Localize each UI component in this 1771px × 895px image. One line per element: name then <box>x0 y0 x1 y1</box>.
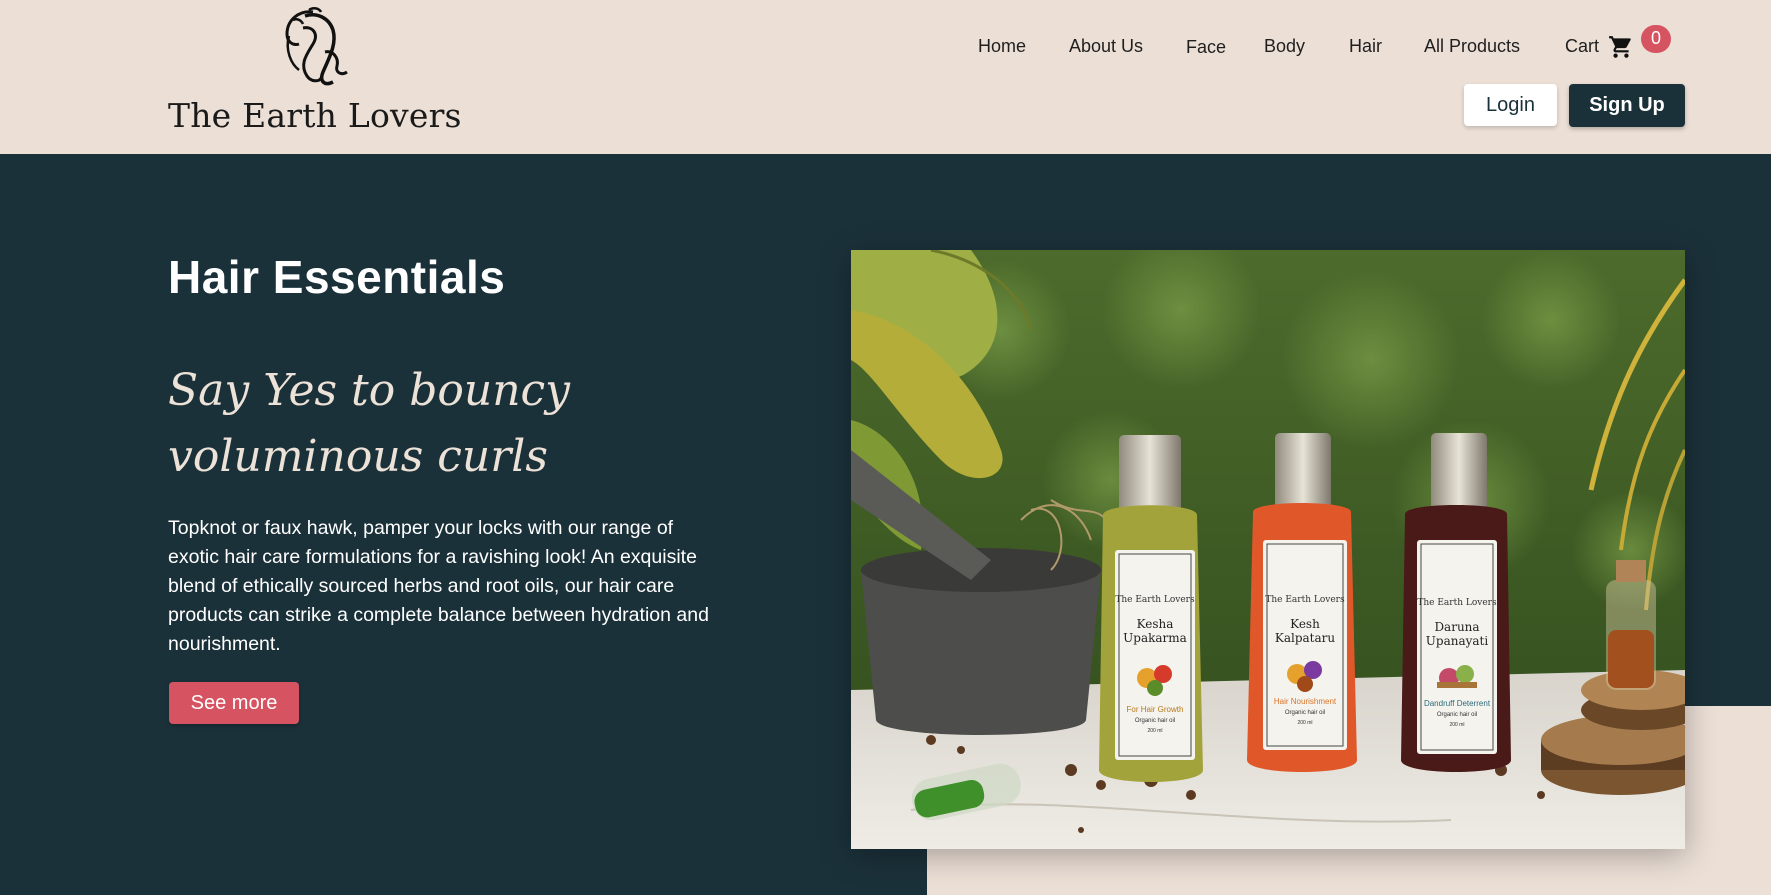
bottle-3-brand: The Earth Lovers <box>1417 598 1497 608</box>
bottle-1-volume: 200 ml <box>1147 728 1162 734</box>
login-button[interactable]: Login <box>1464 84 1557 126</box>
see-more-button[interactable]: See more <box>169 682 299 724</box>
cart-count-badge: 0 <box>1641 25 1671 53</box>
cart-label: Cart <box>1565 36 1600 56</box>
site-header: The Earth Lovers Home About Us Face Body… <box>0 0 1771 154</box>
bottle-1-brand: The Earth Lovers <box>1115 595 1195 605</box>
bottle-1-type: Organic hair oil <box>1135 718 1175 724</box>
main-nav: Home About Us Face Body Hair All Product… <box>0 36 1771 58</box>
nav-about-us[interactable]: About Us <box>1069 36 1143 57</box>
nav-face[interactable]: Face <box>1186 37 1226 58</box>
shopping-cart-icon <box>1609 36 1631 58</box>
bottle-2-name-1: Kesh <box>1290 617 1320 631</box>
nav-home[interactable]: Home <box>978 36 1026 57</box>
bottle-3-benefit: Dandruff Deterrent <box>1424 699 1491 708</box>
nav-all-products[interactable]: All Products <box>1424 36 1520 57</box>
signup-button[interactable]: Sign Up <box>1569 84 1685 127</box>
hero-product-image: The Earth Lovers Kesha Upakarma For Hair… <box>851 250 1685 849</box>
bottle-2-benefit: Hair Nourishment <box>1274 697 1337 706</box>
bottle-2-name-2: Kalpataru <box>1275 631 1336 645</box>
brand-name: The Earth Lovers <box>168 96 462 135</box>
bottle-3-type: Organic hair oil <box>1437 712 1477 718</box>
bottle-2-brand: The Earth Lovers <box>1265 595 1345 605</box>
bottle-2-type: Organic hair oil <box>1285 710 1325 716</box>
bottle-3-volume: 200 ml <box>1449 722 1464 728</box>
hero-description: Topknot or faux hawk, pamper your locks … <box>168 517 709 655</box>
bottle-1-name-2: Upakarma <box>1123 631 1187 645</box>
brand-logo[interactable]: The Earth Lovers <box>168 6 462 136</box>
hero-title: Hair Essentials <box>168 251 506 303</box>
nav-body[interactable]: Body <box>1264 36 1305 57</box>
product-photo: The Earth Lovers Kesha Upakarma For Hair… <box>851 250 1685 849</box>
bottle-1-benefit: For Hair Growth <box>1127 705 1184 714</box>
bottle-2-volume: 200 ml <box>1297 720 1312 726</box>
nav-hair[interactable]: Hair <box>1349 36 1382 57</box>
bottle-3-name-2: Upanayati <box>1426 634 1489 648</box>
hero-tagline: Say Yes to bouncy voluminous curls <box>168 365 571 482</box>
bottle-1-name-1: Kesha <box>1137 617 1174 631</box>
bottle-3-name-1: Daruna <box>1434 620 1479 634</box>
cart-button[interactable]: Cart 0 <box>1565 22 1675 62</box>
